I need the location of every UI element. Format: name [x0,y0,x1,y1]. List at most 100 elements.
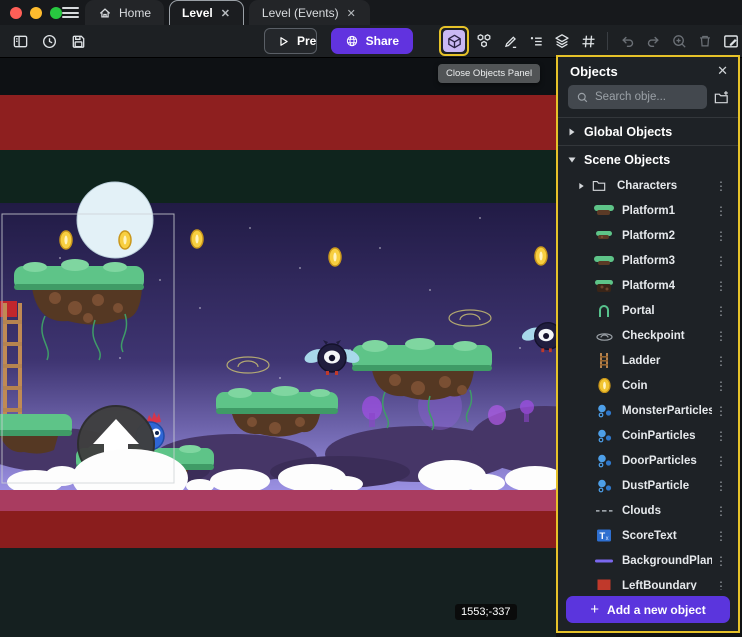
object-row-ScoreText[interactable]: TxScoreText⋮ [558,523,738,548]
zoom-in-button[interactable] [668,30,690,52]
object-row-Checkpoint[interactable]: Checkpoint⋮ [558,323,738,348]
instances-list-icon [528,33,545,50]
kebab-menu-icon[interactable]: ⋮ [712,179,730,193]
delete-button[interactable] [694,30,716,52]
trash-icon [697,33,713,49]
object-row-Portal[interactable]: Portal⋮ [558,298,738,323]
kebab-menu-icon[interactable]: ⋮ [712,454,730,468]
object-row-DoorParticles[interactable]: DoorParticles⋮ [558,448,738,473]
object-label: DustParticle [622,480,712,492]
undo-button[interactable] [616,30,638,52]
kebab-menu-icon[interactable]: ⋮ [712,254,730,268]
kebab-menu-icon[interactable]: ⋮ [712,429,730,443]
redo-button[interactable] [642,30,664,52]
main-menu-icon[interactable] [62,5,79,20]
object-groups-button[interactable] [473,30,495,52]
object-row-CoinParticles[interactable]: CoinParticles⋮ [558,423,738,448]
caret-right-icon [568,128,576,136]
kebab-menu-icon[interactable]: ⋮ [712,554,730,568]
maximize-window-button[interactable] [50,7,62,19]
search-input[interactable] [595,91,699,103]
preview-button[interactable]: Preview [265,29,317,53]
pencil-icon [502,33,519,50]
objects-panel-title: Objects [570,64,618,79]
share-button[interactable]: Share [331,28,413,54]
objects-panel-footer: + Add a new object [558,590,738,631]
folder-plus-icon [713,89,730,106]
object-row-BackgroundPlants[interactable]: BackgroundPlants⋮ [558,548,738,573]
object-row-Ladder[interactable]: Ladder⋮ [558,348,738,373]
object-row-Platform3[interactable]: Platform3⋮ [558,248,738,273]
object-row-Characters[interactable]: Characters⋮ [558,173,738,198]
window-controls [10,7,62,19]
objects-list: Characters⋮Platform1⋮Platform2⋮Platform3… [558,173,738,590]
plants-icon [594,558,614,564]
home-icon [98,6,112,20]
kebab-menu-icon[interactable]: ⋮ [712,504,730,518]
close-panel-icon[interactable]: ✕ [717,63,728,79]
object-row-Platform2[interactable]: Platform2⋮ [558,223,738,248]
preview-label: Preview [297,34,317,48]
add-folder-button[interactable] [713,89,730,106]
platform2-icon [594,229,614,242]
kebab-menu-icon[interactable]: ⋮ [712,529,730,543]
objects-panel-header: Objects ✕ [558,57,738,83]
tab-level-events[interactable]: Level (Events) ✕ [249,0,370,25]
kebab-menu-icon[interactable]: ⋮ [712,304,730,318]
kebab-menu-icon[interactable]: ⋮ [712,404,730,418]
tab-level[interactable]: Level ✕ [169,0,244,25]
search-row [558,83,738,117]
gdevelop-window: Home Level ✕ Level (Events) ✕ [0,0,742,637]
undo-icon [619,33,636,50]
folder-icon [589,179,609,192]
object-row-Coin[interactable]: Coin⋮ [558,373,738,398]
object-label: Coin [622,380,712,392]
caret-down-icon [568,156,576,164]
edit-scene-properties-button[interactable] [720,30,742,52]
kebab-menu-icon[interactable]: ⋮ [712,379,730,393]
object-row-Platform4[interactable]: Platform4⋮ [558,273,738,298]
object-label: Checkpoint [622,330,712,342]
object-row-LeftBoundary[interactable]: LeftBoundary⋮ [558,573,738,590]
scene-canvas[interactable]: 1553;-337 [0,58,556,637]
objects-panel: Objects ✕ Global Objects Scene Objects [556,55,740,633]
close-tab-icon[interactable]: ✕ [346,7,357,20]
platform3-icon [594,254,614,267]
grid-button[interactable] [577,30,599,52]
edit-scene-button[interactable] [499,30,521,52]
open-project-manager-button[interactable] [9,30,31,52]
add-object-button[interactable]: + Add a new object [566,596,730,623]
history-button[interactable] [38,30,60,52]
close-window-button[interactable] [10,7,22,19]
tab-home[interactable]: Home [85,0,164,25]
layers-button[interactable] [551,30,573,52]
kebab-menu-icon[interactable]: ⋮ [712,479,730,493]
minimize-window-button[interactable] [30,7,42,19]
object-label: CoinParticles [622,430,712,442]
kebab-menu-icon[interactable]: ⋮ [712,279,730,293]
caret-right-icon[interactable] [578,182,585,190]
kebab-menu-icon[interactable]: ⋮ [712,229,730,243]
titlebar: Home Level ✕ Level (Events) ✕ [0,0,742,25]
object-search[interactable] [568,85,707,109]
section-global-objects[interactable]: Global Objects [558,117,738,145]
object-label: LeftBoundary [622,580,712,591]
close-tab-icon[interactable]: ✕ [220,7,231,20]
layers-icon [553,32,571,50]
kebab-menu-icon[interactable]: ⋮ [712,579,730,591]
objects-panel-highlight [439,26,469,56]
section-scene-objects[interactable]: Scene Objects [558,145,738,173]
object-row-DustParticle[interactable]: DustParticle⋮ [558,473,738,498]
tab-label: Level (Events) [262,6,339,20]
kebab-menu-icon[interactable]: ⋮ [712,204,730,218]
kebab-menu-icon[interactable]: ⋮ [712,354,730,368]
platform1-icon [594,204,614,217]
object-row-Platform1[interactable]: Platform1⋮ [558,198,738,223]
toggle-objects-panel-button[interactable] [443,30,465,52]
save-button[interactable] [67,30,89,52]
particles-icon [594,454,614,468]
object-row-MonsterParticles[interactable]: MonsterParticles⋮ [558,398,738,423]
object-row-Clouds[interactable]: Clouds⋮ [558,498,738,523]
kebab-menu-icon[interactable]: ⋮ [712,329,730,343]
instances-list-button[interactable] [525,30,547,52]
